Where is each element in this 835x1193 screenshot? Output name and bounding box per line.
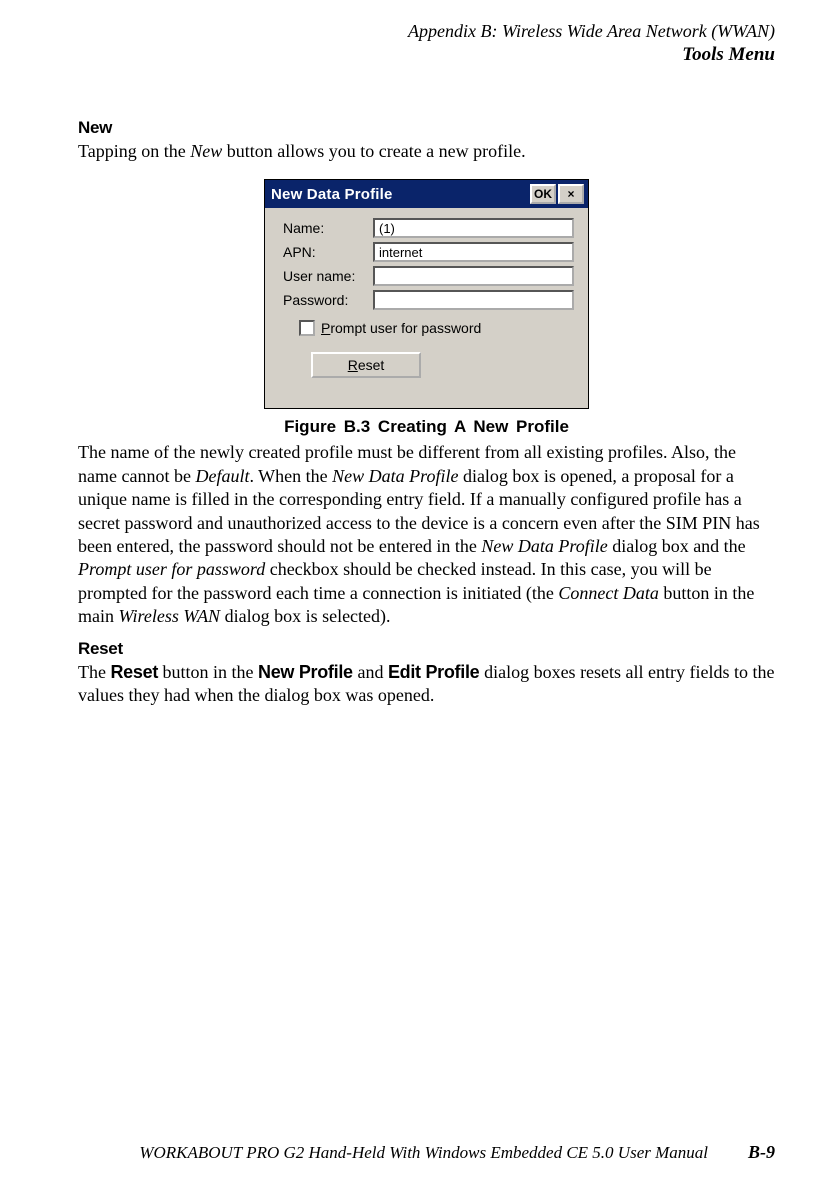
row-password: Password: — [283, 290, 574, 310]
new-data-profile-dialog: New Data Profile OK × Name: APN: User na… — [264, 179, 589, 409]
screenshot-wrapper: New Data Profile OK × Name: APN: User na… — [78, 179, 775, 409]
text: dialog box and the — [608, 536, 746, 556]
prompt-checkbox[interactable] — [299, 320, 315, 336]
label-password: Password: — [283, 292, 373, 308]
page-header: Appendix B: Wireless Wide Area Network (… — [78, 20, 775, 68]
text: dialog box is selected). — [225, 606, 391, 626]
text-italic: Prompt user for password — [78, 559, 265, 579]
text-italic: New Data Profile — [332, 466, 458, 486]
paragraph-profile-desc: The name of the newly created profile mu… — [78, 441, 775, 628]
close-button[interactable]: × — [558, 184, 584, 204]
text: The — [78, 662, 110, 682]
text-underline: R — [348, 357, 358, 373]
text: button in the — [158, 662, 258, 682]
password-input[interactable] — [373, 290, 574, 310]
reset-button[interactable]: Reset — [311, 352, 421, 378]
prompt-label: Prompt user for password — [321, 320, 481, 336]
text-bold: Edit Profile — [388, 662, 484, 682]
text-italic: Connect Data — [558, 583, 659, 603]
close-icon: × — [567, 187, 574, 201]
header-appendix: Appendix B: Wireless Wide Area Network (… — [78, 20, 775, 43]
row-user: User name: — [283, 266, 574, 286]
row-name: Name: — [283, 218, 574, 238]
prompt-checkbox-row[interactable]: Prompt user for password — [299, 320, 574, 336]
intro-paragraph: Tapping on the New button allows you to … — [78, 140, 775, 163]
footer-page-number: B-9 — [748, 1142, 775, 1163]
text-italic: New Data Profile — [481, 536, 607, 556]
footer-title: WORKABOUT PRO G2 Hand-Held With Windows … — [139, 1143, 708, 1163]
page-footer: WORKABOUT PRO G2 Hand-Held With Windows … — [78, 1142, 775, 1163]
dialog-title: New Data Profile — [271, 186, 528, 203]
text-bold: Reset — [110, 662, 158, 682]
label-user: User name: — [283, 268, 373, 284]
apn-input[interactable] — [373, 242, 574, 262]
text-italic: New — [190, 141, 222, 161]
text: button allows you to create a new profil… — [222, 141, 525, 161]
text: . When the — [249, 466, 332, 486]
text-underline: P — [321, 320, 330, 336]
section-heading-new: New — [78, 118, 775, 138]
label-apn: APN: — [283, 244, 373, 260]
dialog-titlebar: New Data Profile OK × — [265, 180, 588, 208]
text-italic: Default — [195, 466, 249, 486]
dialog-body: Name: APN: User name: Password: Prompt u… — [265, 208, 588, 408]
figure-caption: Figure B.3 Creating A New Profile — [78, 417, 775, 437]
text: and — [357, 662, 388, 682]
label-name: Name: — [283, 220, 373, 236]
reset-label: Reset — [348, 357, 385, 373]
text: eset — [358, 357, 384, 373]
paragraph-reset-desc: The Reset button in the New Profile and … — [78, 661, 775, 708]
ok-button[interactable]: OK — [530, 184, 556, 204]
section-heading-reset: Reset — [78, 639, 775, 659]
text-italic: Wireless WAN — [119, 606, 225, 626]
row-apn: APN: — [283, 242, 574, 262]
name-input[interactable] — [373, 218, 574, 238]
header-tools: Tools Menu — [78, 43, 775, 68]
text: rompt user for password — [330, 320, 481, 336]
text-bold: New Profile — [258, 662, 357, 682]
text: Tapping on the — [78, 141, 190, 161]
user-input[interactable] — [373, 266, 574, 286]
ok-label: OK — [534, 187, 552, 201]
